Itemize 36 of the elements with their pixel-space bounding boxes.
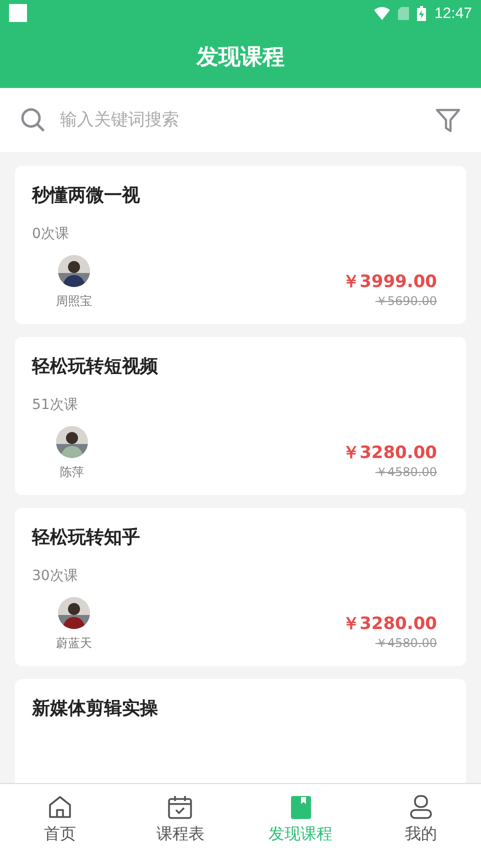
filter-icon[interactable]: [434, 106, 462, 134]
search-field[interactable]: 输入关键词搜索: [60, 106, 420, 134]
battery-icon: [417, 6, 426, 20]
original-price: ￥5690.00: [375, 293, 437, 310]
lesson-count: 51次课: [32, 396, 79, 414]
person-icon: [408, 794, 434, 820]
price: ￥3280.00: [342, 442, 437, 464]
teacher-name: 周照宝: [56, 293, 92, 310]
search-icon[interactable]: [20, 107, 46, 133]
course-title: 秒懂两微一视: [32, 184, 141, 207]
price: ￥3280.00: [342, 613, 437, 635]
course-title: 新媒体剪辑实操: [32, 697, 159, 720]
no-sim-icon: [398, 6, 410, 20]
nav-tab[interactable]: 首页: [0, 784, 120, 855]
original-price: ￥4580.00: [375, 464, 437, 481]
price: ￥3999.00: [342, 271, 437, 293]
course-title: 轻松玩转短视频: [32, 355, 159, 378]
course-title: 轻松玩转知乎: [32, 526, 141, 549]
course-card[interactable]: 新媒体剪辑实操: [15, 679, 466, 783]
course-card[interactable]: 轻松玩转知乎 30次课 蔚蓝天 ￥3280.00 ￥4580.00: [15, 508, 466, 666]
course-card[interactable]: 轻松玩转短视频 51次课 陈萍 ￥3280.00 ￥4580.00: [15, 337, 466, 495]
original-price: ￥4580.00: [375, 635, 437, 652]
nav-tab[interactable]: 课程表: [120, 784, 240, 855]
nav-tab[interactable]: 我的: [360, 784, 481, 855]
calendar-icon: [167, 794, 194, 820]
page-title: 发现课程: [196, 44, 284, 72]
course-card[interactable]: 秒懂两微一视 0次课 周照宝 ￥3999.00 ￥5690.00: [15, 166, 466, 324]
teacher-name: 陈萍: [60, 464, 84, 481]
lesson-count: 0次课: [32, 225, 70, 243]
notification-icon: [9, 4, 27, 22]
lesson-count: 30次课: [32, 567, 79, 585]
search-bar[interactable]: 输入关键词搜索: [0, 88, 481, 152]
teacher-name: 蔚蓝天: [56, 635, 92, 652]
status-time: 12:47: [434, 4, 472, 22]
home-icon: [47, 794, 74, 820]
wifi-icon: [374, 6, 390, 20]
